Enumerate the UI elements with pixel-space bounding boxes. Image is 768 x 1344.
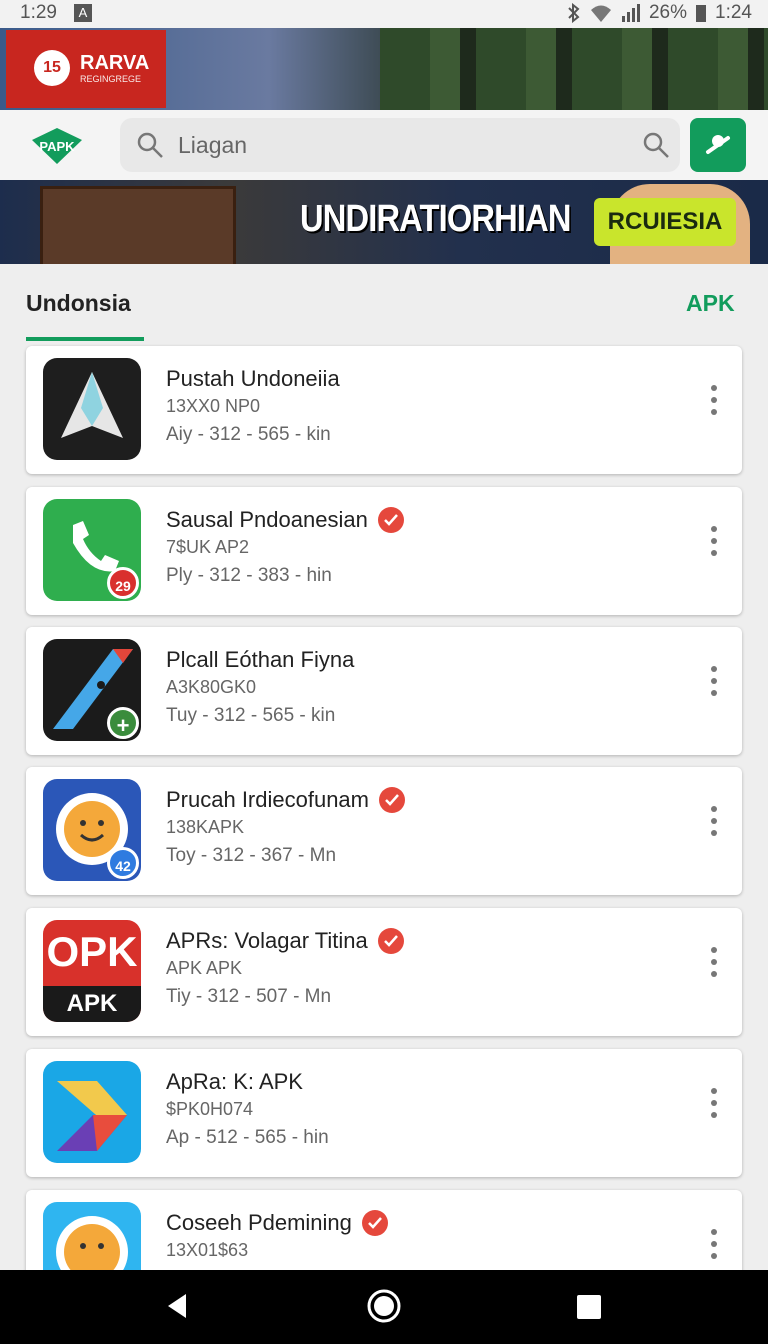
app-size: 138KAPK (166, 817, 245, 837)
promo-banner[interactable]: UNDIRATIORHIAN RCUIESIA (0, 180, 768, 264)
back-icon[interactable] (164, 1292, 190, 1320)
tab-apk[interactable]: APK (686, 290, 735, 317)
notification-badge: 29 (107, 567, 139, 599)
more-vert-icon[interactable] (708, 663, 720, 703)
app-icon: + (43, 639, 141, 741)
apk-logo-text: APK (43, 986, 141, 1022)
active-tab-indicator (26, 337, 144, 341)
app-name: Sausal Pndoanesian (166, 507, 404, 533)
list-item[interactable]: OPK APK APRs: Volagar Titina APK APK Tiy… (26, 908, 742, 1036)
verified-check-icon (361, 1210, 388, 1236)
top-ad-banner[interactable]: 15 RARVA REGINGREGE (0, 28, 768, 110)
promo-title: UNDIRATIORHIAN (300, 198, 571, 240)
voice-search-button[interactable] (690, 118, 746, 172)
app-icon: 29 (43, 499, 141, 601)
more-vert-icon[interactable] (708, 803, 720, 843)
tab-bar: Undonsia APK (0, 264, 768, 344)
app-meta: Ap - 512 - 565 - hin (166, 1127, 329, 1148)
app-icon (43, 358, 141, 460)
promo-cta-button[interactable]: RCUIESIA (594, 198, 736, 246)
app-name: Plcall Eóthan Fiyna (166, 647, 355, 672)
wifi-icon (590, 5, 611, 22)
verified-check-icon (379, 787, 405, 813)
search-icon (137, 132, 163, 158)
microphone-icon (706, 135, 730, 154)
banner-soldiers-image (380, 28, 768, 110)
app-meta: Tuy - 312 - 565 - kin (166, 705, 336, 726)
list-item[interactable]: 29 Sausal Pndoanesian 7$UK AP2 Ply - 312… (26, 487, 742, 615)
app-size: 13XX0 NP0 (166, 396, 261, 416)
more-vert-icon[interactable] (708, 1226, 720, 1266)
notification-badge: 42 (107, 847, 139, 879)
app-icon: 42 (43, 779, 141, 881)
banner-brand-sub: REGINGREGE (80, 74, 142, 84)
banner-brand-name: RARVA (80, 52, 150, 74)
recents-icon[interactable] (576, 1294, 602, 1320)
signal-icon (621, 4, 640, 22)
search-submit-icon[interactable] (642, 131, 670, 159)
app-meta: Tiy - 312 - 507 - Mn (166, 986, 332, 1007)
app-size: 13X01$63 (166, 1240, 249, 1260)
home-icon[interactable] (366, 1288, 402, 1324)
app-size: 7$UK AP2 (166, 537, 250, 557)
list-item[interactable]: + Plcall Eóthan Fiyna A3K80GK0 Tuy - 312… (26, 627, 742, 755)
more-vert-icon[interactable] (708, 1085, 720, 1125)
app-icon (43, 1061, 141, 1163)
app-name: Coseeh Pdemining (166, 1210, 388, 1236)
bluetooth-icon (568, 3, 580, 23)
list-item[interactable]: 42 Prucah Irdiecofunam 138KAPK Toy - 312… (26, 767, 742, 895)
battery-icon (696, 5, 707, 22)
status-clock: 1:24 (715, 2, 752, 23)
app-size: $PK0H074 (166, 1099, 254, 1119)
app-meta: Toy - 312 - 367 - Mn (166, 845, 337, 866)
promo-shop-image (40, 186, 236, 264)
brand-logo-icon: 15 (34, 50, 70, 86)
app-meta: Aiy - 312 - 565 - kin (166, 424, 331, 445)
app-name: ApRa: K: APK (166, 1069, 303, 1094)
more-vert-icon[interactable] (708, 382, 720, 422)
opk-logo-text: OPK (46, 928, 138, 975)
more-vert-icon[interactable] (708, 944, 720, 984)
plus-badge-icon: + (107, 707, 139, 739)
search-bar[interactable]: Liagan (120, 118, 680, 172)
app-meta: Ply - 312 - 383 - hin (166, 565, 332, 586)
verified-check-icon (377, 928, 404, 954)
banner-brand-flag: 15 RARVA REGINGREGE (6, 30, 166, 108)
search-input[interactable]: Liagan (178, 132, 247, 159)
tab-undonsia[interactable]: Undonsia (26, 290, 131, 317)
battery-percent: 26% (648, 2, 688, 23)
app-name: Prucah Irdiecofunam (166, 787, 405, 813)
play-triangle-icon (57, 1081, 127, 1151)
more-vert-icon[interactable] (708, 523, 720, 563)
list-item[interactable]: Pustah Undoneiia 13XX0 NP0 Aiy - 312 - 5… (26, 346, 742, 474)
status-bar: 1:29 A 26% 1:24 (0, 0, 768, 28)
app-icon: OPK APK (43, 920, 141, 1022)
app-name: APRs: Volagar Titina (166, 928, 404, 954)
app-size: APK APK (166, 958, 243, 978)
papk-logo-text: PAPK (39, 139, 75, 154)
papk-logo-icon[interactable]: PAPK (30, 126, 84, 166)
app-header: PAPK Liagan (0, 110, 768, 180)
system-nav-bar (0, 1270, 768, 1344)
status-time: 1:29 (20, 2, 57, 23)
verified-check-icon (377, 507, 404, 533)
list-item[interactable]: ApRa: K: APK $PK0H074 Ap - 512 - 565 - h… (26, 1049, 742, 1177)
app-name: Pustah Undoneiia (166, 366, 340, 391)
notification-app-icon: A (74, 4, 92, 22)
app-size: A3K80GK0 (166, 677, 257, 697)
